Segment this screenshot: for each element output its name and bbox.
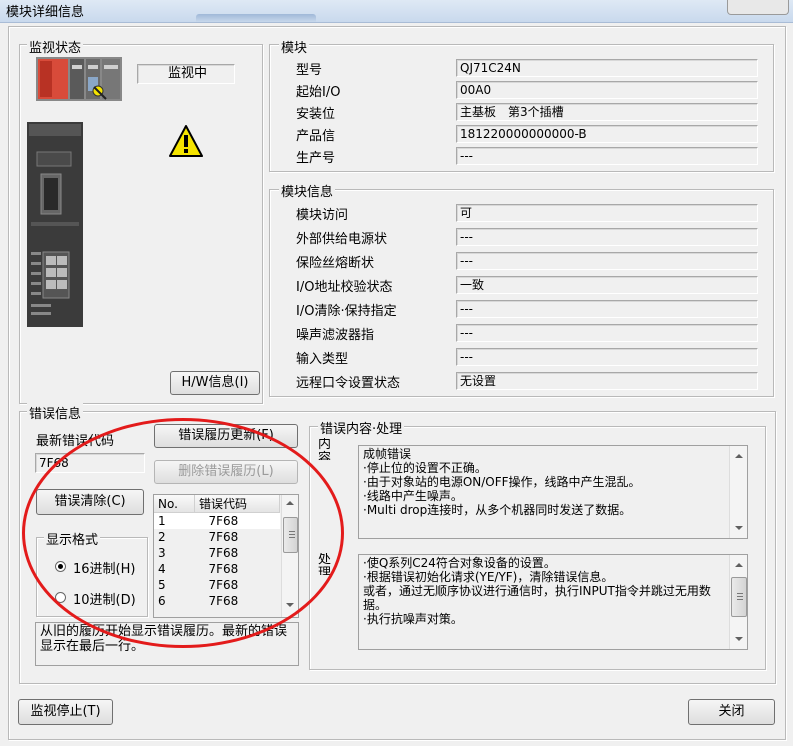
module-slot-value: 主基板 第3个插槽 bbox=[456, 103, 758, 121]
table-row[interactable]: 5 7F68 bbox=[154, 577, 280, 593]
info-access-value: 可 bbox=[456, 204, 758, 222]
module-start-io-label: 起始I/O bbox=[296, 85, 341, 100]
module-start-io-value: 00A0 bbox=[456, 81, 758, 99]
radio-dec[interactable] bbox=[55, 592, 66, 603]
latest-error-value: 7F68 bbox=[35, 453, 145, 473]
row-code: 7F68 bbox=[208, 578, 239, 592]
info-remote-password-value: 无设置 bbox=[456, 372, 758, 390]
error-info-group-label: 错误信息 bbox=[27, 403, 84, 422]
info-fuse-value: --- bbox=[456, 252, 758, 270]
info-input-type-label: 输入类型 bbox=[296, 352, 349, 367]
window-close-button[interactable] bbox=[727, 0, 789, 15]
row-code: 7F68 bbox=[208, 562, 239, 576]
close-button[interactable]: 关闭 bbox=[688, 699, 775, 725]
info-ext-power-value: --- bbox=[456, 228, 758, 246]
info-access-label: 模块访问 bbox=[296, 208, 349, 223]
info-input-type-value: --- bbox=[456, 348, 758, 366]
radio-dec-label[interactable]: 10进制(D) bbox=[73, 589, 136, 608]
row-code: 7F68 bbox=[208, 594, 239, 608]
info-io-check-value: 一致 bbox=[456, 276, 758, 294]
module-product-value: 181220000000000-B bbox=[456, 125, 758, 143]
table-row[interactable]: 2 7F68 bbox=[154, 529, 280, 545]
error-detail-label: 错误内容·处理 bbox=[318, 418, 405, 437]
radio-hex[interactable] bbox=[55, 561, 66, 572]
content-scroll-up-icon[interactable] bbox=[735, 454, 743, 458]
latest-error-label: 最新错误代码 bbox=[36, 434, 115, 449]
background-window-edge bbox=[196, 14, 316, 22]
col-no-header[interactable]: No. bbox=[154, 495, 195, 513]
error-content-text: 成帧错误 ·停止位的设置不正确。 ·由于对象站的电源ON/OFF操作，线路中产生… bbox=[358, 445, 748, 539]
action-scroll-thumb[interactable] bbox=[731, 577, 747, 617]
info-noise-filter-label: 噪声滤波器指 bbox=[296, 328, 375, 343]
content-scrollbar[interactable] bbox=[729, 446, 747, 538]
radio-hex-label[interactable]: 16进制(H) bbox=[73, 558, 135, 577]
table-row[interactable]: 6 7F68 bbox=[154, 593, 280, 609]
hw-info-button[interactable]: H/W信息(I) bbox=[170, 371, 260, 395]
monitor-status-value: 监视中 bbox=[137, 64, 235, 84]
row-no: 6 bbox=[158, 594, 166, 608]
module-model-label: 型号 bbox=[296, 63, 323, 78]
module-image bbox=[27, 122, 83, 327]
row-code: 7F68 bbox=[208, 546, 239, 560]
table-row[interactable]: 1 7F68 bbox=[154, 512, 280, 529]
row-code: 7F68 bbox=[208, 530, 239, 544]
history-scrollbar[interactable] bbox=[281, 495, 298, 617]
col-code-header[interactable]: 错误代码 bbox=[194, 495, 280, 513]
module-group-label: 模块 bbox=[279, 37, 310, 56]
row-no: 5 bbox=[158, 578, 166, 592]
content-scroll-down-icon[interactable] bbox=[735, 526, 743, 530]
module-info-group-label: 模块信息 bbox=[279, 181, 336, 200]
row-no: 1 bbox=[154, 512, 195, 529]
module-product-label: 产品信 bbox=[296, 129, 336, 144]
table-row[interactable]: 4 7F68 bbox=[154, 561, 280, 577]
module-serial-label: 生产号 bbox=[296, 151, 336, 166]
monitor-stop-button[interactable]: 监视停止(T) bbox=[18, 699, 113, 725]
error-history-list[interactable]: No. 错误代码 1 7F68 2 7F68 3 7F68 4 7F68 5 7… bbox=[153, 494, 299, 618]
row-no: 3 bbox=[158, 546, 166, 560]
action-scrollbar[interactable] bbox=[729, 555, 747, 649]
info-ext-power-label: 外部供给电源状 bbox=[296, 232, 388, 247]
title-bar: 模块详细信息 bbox=[0, 0, 793, 23]
row-code: 7F68 bbox=[194, 512, 280, 529]
info-io-check-label: I/O地址校验状态 bbox=[296, 280, 393, 295]
clear-error-button[interactable]: 错误清除(C) bbox=[36, 489, 144, 515]
module-serial-value: --- bbox=[456, 147, 758, 165]
error-action-text: ·使Q系列C24符合对象设备的设置。 ·根据错误初始化请求(YE/YF)，清除错… bbox=[358, 554, 748, 650]
info-remote-password-label: 远程口令设置状态 bbox=[296, 376, 401, 391]
module-slot-label: 安装位 bbox=[296, 107, 336, 122]
scroll-thumb[interactable] bbox=[283, 517, 298, 553]
info-io-clear-value: --- bbox=[456, 300, 758, 318]
base-unit-image bbox=[36, 57, 122, 101]
info-io-clear-label: I/O清除·保持指定 bbox=[296, 304, 397, 319]
row-no: 2 bbox=[158, 530, 166, 544]
module-model-value: QJ71C24N bbox=[456, 59, 758, 77]
history-note: 从旧的履历开始显示错误履历。最新的错误显示在最后一行。 bbox=[35, 622, 299, 666]
display-format-label: 显示格式 bbox=[44, 529, 101, 548]
scroll-down-icon[interactable] bbox=[286, 603, 294, 607]
update-history-button[interactable]: 错误履历更新(F) bbox=[154, 424, 298, 448]
info-fuse-label: 保险丝熔断状 bbox=[296, 256, 375, 271]
scroll-up-icon[interactable] bbox=[286, 501, 294, 505]
info-noise-filter-value: --- bbox=[456, 324, 758, 342]
monitor-status-label: 监视状态 bbox=[27, 37, 84, 56]
action-label: 处理 bbox=[318, 553, 332, 575]
warning-icon bbox=[168, 124, 204, 158]
table-row[interactable]: 3 7F68 bbox=[154, 545, 280, 561]
action-scroll-down-icon[interactable] bbox=[735, 637, 743, 641]
row-no: 4 bbox=[158, 562, 166, 576]
window-title: 模块详细信息 bbox=[6, 5, 85, 20]
content-label: 内容 bbox=[318, 438, 332, 460]
action-scroll-up-icon[interactable] bbox=[735, 563, 743, 567]
delete-history-button[interactable]: 删除错误履历(L) bbox=[154, 460, 298, 484]
